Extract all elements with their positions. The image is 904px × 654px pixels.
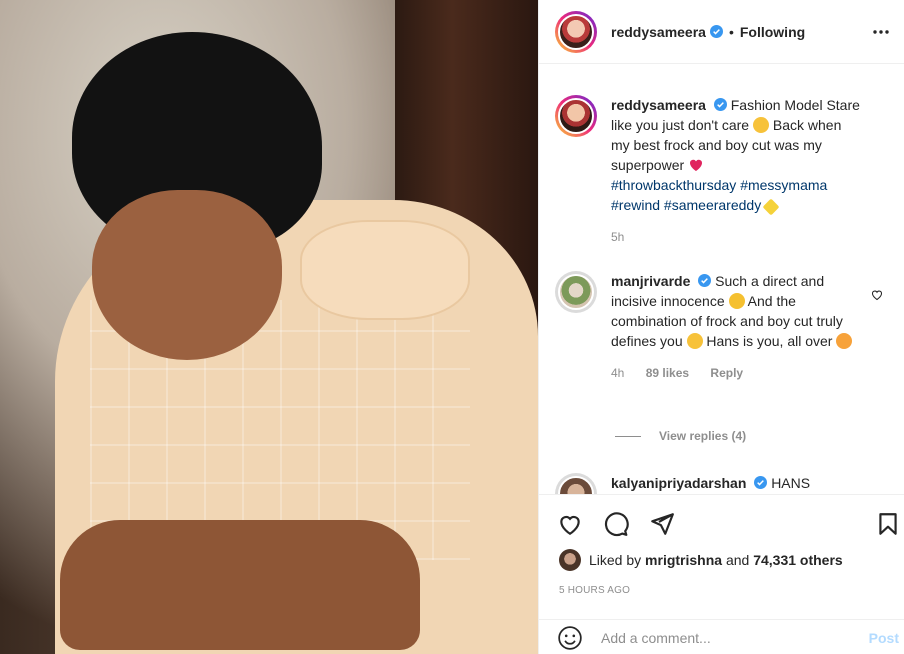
header-separator: •: [728, 23, 734, 40]
comment-avatar[interactable]: [555, 271, 597, 313]
hashtag-throwbackthursday[interactable]: #throwbackthursday: [611, 177, 736, 193]
liked-prefix: Liked by: [589, 552, 642, 568]
comment-icon[interactable]: [603, 511, 629, 537]
verified-icon: [709, 25, 723, 38]
verified-icon: [754, 476, 768, 489]
author-avatar[interactable]: [555, 10, 597, 53]
sunglasses-emoji-icon: [752, 117, 769, 133]
photo-bow: [300, 220, 470, 320]
comment-text-a: HANS: [771, 475, 811, 491]
heart-emoji-icon: [690, 159, 703, 171]
post-side-panel: reddysameera • Following reddysameera Fa…: [538, 0, 904, 654]
liked-by: Liked by mrigtrishna and 74,331 others: [559, 549, 843, 571]
share-icon[interactable]: [649, 511, 675, 537]
caption-username[interactable]: reddysameera: [611, 97, 706, 113]
comment-username[interactable]: kalyanipriyadarshan: [611, 475, 746, 491]
post-timestamp[interactable]: 5 HOURS AGO: [559, 585, 630, 596]
post-actions: Liked by mrigtrishna and 74,331 others 5…: [539, 494, 904, 654]
comment-username[interactable]: manjrivarde: [611, 273, 690, 289]
caption-avatar[interactable]: [555, 95, 597, 137]
comment-avatar[interactable]: [555, 473, 597, 494]
hashtag-rewind[interactable]: #rewind: [611, 197, 660, 213]
post-photo[interactable]: [0, 0, 538, 654]
emoji-icon[interactable]: [557, 625, 583, 651]
sparkle-emoji-icon: [762, 198, 780, 216]
more-options-icon[interactable]: [871, 22, 891, 42]
comment-likes[interactable]: 89 likes: [646, 366, 689, 380]
following-button[interactable]: Following: [740, 24, 805, 40]
caption-time[interactable]: 5h: [611, 227, 861, 247]
liked-and: and: [725, 552, 750, 568]
post-button[interactable]: Post: [869, 630, 899, 646]
save-icon[interactable]: [875, 511, 901, 537]
comment-input[interactable]: [601, 629, 851, 646]
verified-icon: [698, 274, 712, 287]
reply-button[interactable]: Reply: [710, 366, 743, 380]
sun-emoji-icon: [728, 293, 745, 309]
like-icon[interactable]: [557, 511, 583, 537]
view-replies-label: View replies (4): [659, 429, 747, 443]
view-replies-button[interactable]: View replies (4): [615, 429, 746, 443]
post-header: reddysameera • Following: [539, 0, 904, 64]
liked-by-avatar[interactable]: [559, 549, 581, 571]
caption: reddysameera Fashion Model Stare like yo…: [555, 95, 895, 247]
comments-feed[interactable]: reddysameera Fashion Model Stare like yo…: [539, 65, 904, 494]
photo-face: [92, 190, 282, 360]
liked-count[interactable]: 74,331 others: [753, 552, 843, 568]
comment-like-icon[interactable]: [871, 289, 883, 301]
comment-text-c: Hans is you, all over: [706, 333, 833, 349]
hashtag-sameerareddy[interactable]: #sameerareddy: [664, 197, 761, 213]
photo-arms: [60, 520, 420, 650]
comment-item: manjrivarde Such a direct and incisive i…: [555, 271, 895, 383]
view-replies-line: [615, 435, 641, 437]
laughing-emoji-icon: [686, 333, 703, 349]
heart-eyes-emoji-icon: [836, 333, 853, 349]
verified-icon: [713, 98, 727, 111]
add-comment-bar: Post: [539, 619, 904, 654]
liked-user[interactable]: mrigtrishna: [645, 552, 722, 568]
comment-item: kalyanipriyadarshan HANS: [555, 473, 895, 494]
hashtag-messymama[interactable]: #messymama: [740, 177, 827, 193]
author-username[interactable]: reddysameera: [611, 24, 706, 40]
comment-time[interactable]: 4h: [611, 366, 624, 380]
